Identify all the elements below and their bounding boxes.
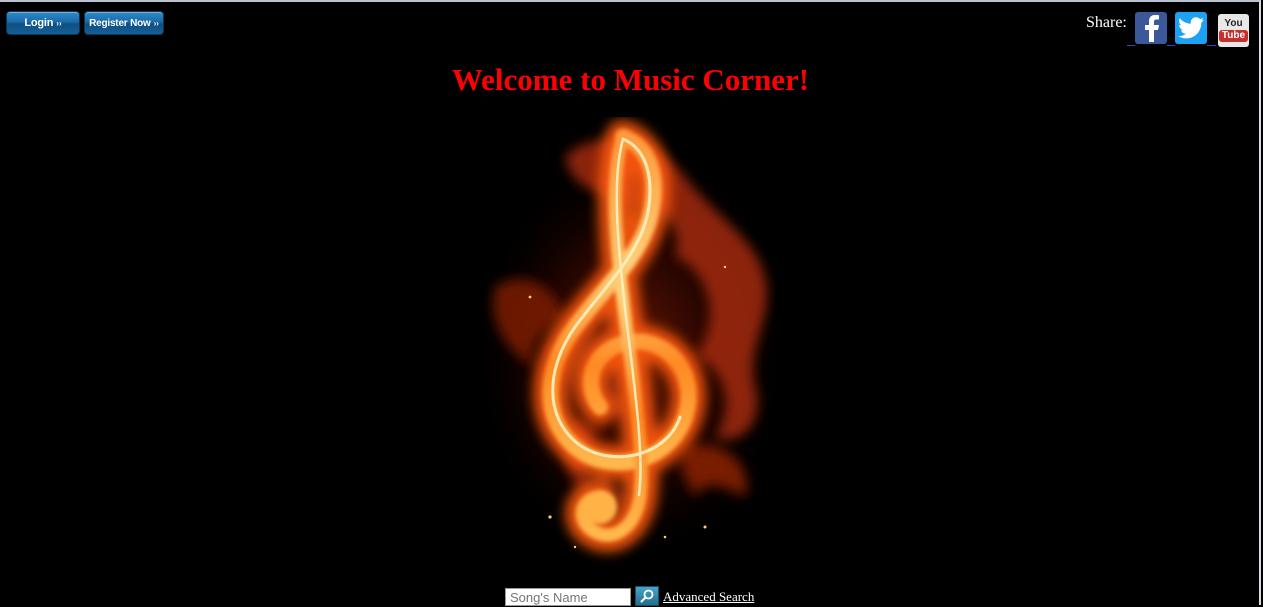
login-chevron-icon: ›› [56,19,62,28]
twitter-link-underline [1167,45,1175,46]
fire-treble-clef-image [470,120,790,567]
youtube-you-text: You [1224,18,1243,29]
song-name-search-input[interactable] [505,588,631,606]
youtube-link-underline [1207,45,1216,46]
facebook-link-underline [1127,45,1135,46]
page-frame: Login ›› Register Now ›› Share: You Tube… [0,0,1261,606]
login-button[interactable]: Login ›› [6,11,80,35]
login-button-label: Login [24,17,54,29]
twitter-icon[interactable] [1175,12,1207,44]
youtube-icon[interactable]: You Tube [1218,14,1249,47]
facebook-f-icon [1145,15,1159,42]
search-icon [640,589,654,603]
advanced-search-link[interactable]: Advanced Search [663,589,754,605]
share-label: Share: [1086,14,1127,31]
register-button[interactable]: Register Now ›› [84,11,164,35]
facebook-icon[interactable] [1135,12,1167,44]
search-button[interactable] [635,586,659,606]
youtube-tube-text: Tube [1218,30,1249,42]
twitter-bird-icon [1178,17,1204,39]
register-chevron-icon: ›› [153,19,159,28]
register-button-label: Register Now [89,17,151,29]
page-title: Welcome to Music Corner! [451,62,810,97]
